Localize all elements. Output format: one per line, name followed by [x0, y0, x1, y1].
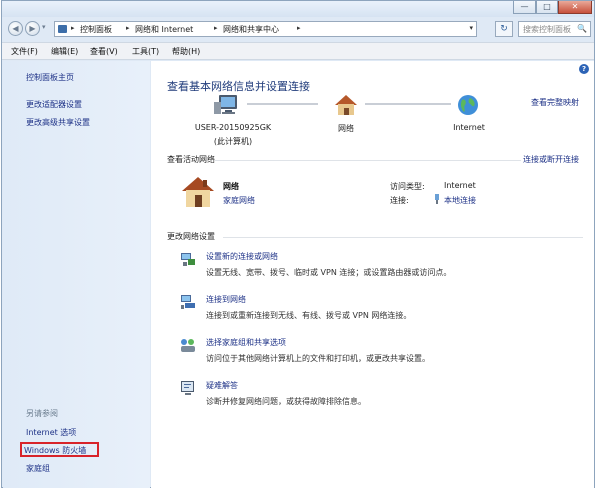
setup-connection-desc: 设置无线、宽带、拨号、临时或 VPN 连接；或设置路由器或访问点。 [206, 268, 452, 277]
refresh-button[interactable]: ↻ [495, 21, 513, 37]
computer-icon [214, 95, 237, 114]
menu-help[interactable]: 帮助(H) [172, 46, 200, 57]
minimize-button[interactable]: — [513, 1, 536, 14]
maximize-button[interactable]: □ [536, 1, 558, 14]
network-house-icon [335, 95, 357, 115]
computer-name-label: USER-20150925GK [194, 123, 272, 132]
divider [223, 237, 583, 238]
active-networks-title: 查看活动网络 [167, 155, 215, 164]
address-bar[interactable]: ▸ 控制面板 ▸ 网络和 Internet ▸ 网络和共享中心 ▸ ▾ [54, 21, 477, 37]
back-button[interactable]: ◀ [8, 21, 23, 36]
this-computer-label: (此计算机) [213, 137, 253, 146]
control-panel-home-link[interactable]: 控制面板主页 [26, 72, 74, 83]
connect-network-icon [181, 295, 195, 309]
see-also-heading: 另请参阅 [26, 409, 58, 418]
internet-options-link[interactable]: Internet 选项 [26, 427, 76, 438]
connection-line [365, 103, 451, 105]
address-row: ◀ ▶ ▾ ▸ 控制面板 ▸ 网络和 Internet ▸ 网络和共享中心 ▸ … [2, 18, 594, 40]
troubleshoot-desc: 诊断并修复网络问题，或获得故障排除信息。 [206, 397, 366, 406]
title-bar: — □ ✕ [2, 1, 594, 17]
history-dropdown-icon[interactable]: ▾ [42, 23, 46, 31]
network-sharing-center-window: — □ ✕ ◀ ▶ ▾ ▸ 控制面板 ▸ 网络和 Internet ▸ 网络和共… [1, 0, 595, 488]
close-button[interactable]: ✕ [558, 1, 592, 14]
homegroup-sharing-icon [181, 339, 195, 352]
connect-to-network-desc: 连接到或重新连接到无线、有线、拨号或 VPN 网络连接。 [206, 311, 412, 320]
change-settings-title: 更改网络设置 [167, 232, 215, 241]
breadcrumb-network-sharing-center[interactable]: 网络和共享中心 [223, 24, 279, 35]
search-placeholder: 搜索控制面板 [523, 25, 571, 34]
help-icon[interactable]: ? [579, 64, 589, 74]
connect-to-network-link[interactable]: 连接到网络 [206, 294, 246, 305]
windows-firewall-link[interactable]: Windows 防火墙 [24, 445, 86, 456]
view-full-map-link[interactable]: 查看完整映射 [531, 97, 579, 108]
homegroup-sharing-link[interactable]: 选择家庭组和共享选项 [206, 337, 286, 348]
breadcrumb-separator: ▸ [297, 24, 301, 32]
local-connection-link[interactable]: 本地连接 [444, 195, 476, 206]
troubleshoot-icon [181, 381, 194, 395]
homegroup-sharing-desc: 访问位于其他网络计算机上的文件和打印机，或更改共享设置。 [206, 354, 430, 363]
home-network-icon [182, 177, 214, 207]
menu-view[interactable]: 查看(V) [90, 46, 118, 57]
internet-label: Internet [453, 123, 485, 132]
breadcrumb-separator: ▸ [214, 24, 218, 32]
breadcrumb-control-panel[interactable]: 控制面板 [80, 24, 112, 35]
main-content: ? 查看基本网络信息并设置连接 查看完整映射 USER-20150925GK (… [151, 61, 594, 488]
breadcrumb-separator: ▸ [71, 24, 75, 32]
network-type-link[interactable]: 家庭网络 [223, 195, 255, 206]
menu-bar: 文件(F) 编辑(E) 查看(V) 工具(T) 帮助(H) [2, 42, 594, 60]
left-task-pane: 控制面板主页 更改适配器设置 更改高级共享设置 另请参阅 Internet 选项… [3, 61, 150, 488]
control-panel-icon [58, 25, 67, 33]
forward-button[interactable]: ▶ [25, 21, 40, 36]
connection-line [247, 103, 318, 105]
access-type-value: Internet [444, 181, 476, 190]
menu-file[interactable]: 文件(F) [11, 46, 38, 57]
search-icon[interactable]: 🔍 [577, 24, 587, 33]
change-adapter-settings-link[interactable]: 更改适配器设置 [26, 99, 82, 110]
page-title: 查看基本网络信息并设置连接 [167, 80, 310, 93]
internet-globe-icon [458, 95, 478, 115]
setup-connection-link[interactable]: 设置新的连接或网络 [206, 251, 278, 262]
ethernet-icon [435, 194, 439, 204]
breadcrumb-separator: ▸ [126, 24, 130, 32]
search-input[interactable]: 搜索控制面板 🔍 [518, 21, 591, 37]
homegroup-link[interactable]: 家庭组 [26, 463, 50, 474]
divider [215, 160, 521, 161]
new-connection-icon [181, 253, 195, 266]
active-network-name: 网络 [223, 182, 239, 191]
change-advanced-sharing-link[interactable]: 更改高级共享设置 [26, 117, 90, 128]
network-label: 网络 [338, 124, 354, 133]
menu-edit[interactable]: 编辑(E) [51, 46, 78, 57]
connect-disconnect-link[interactable]: 连接或断开连接 [523, 154, 579, 165]
access-type-label: 访问类型: [390, 182, 425, 191]
connections-label: 连接: [390, 196, 409, 205]
menu-tools[interactable]: 工具(T) [132, 46, 159, 57]
troubleshoot-link[interactable]: 疑难解答 [206, 380, 238, 391]
address-dropdown-icon[interactable]: ▾ [469, 24, 473, 32]
breadcrumb-network-internet[interactable]: 网络和 Internet [135, 24, 193, 35]
